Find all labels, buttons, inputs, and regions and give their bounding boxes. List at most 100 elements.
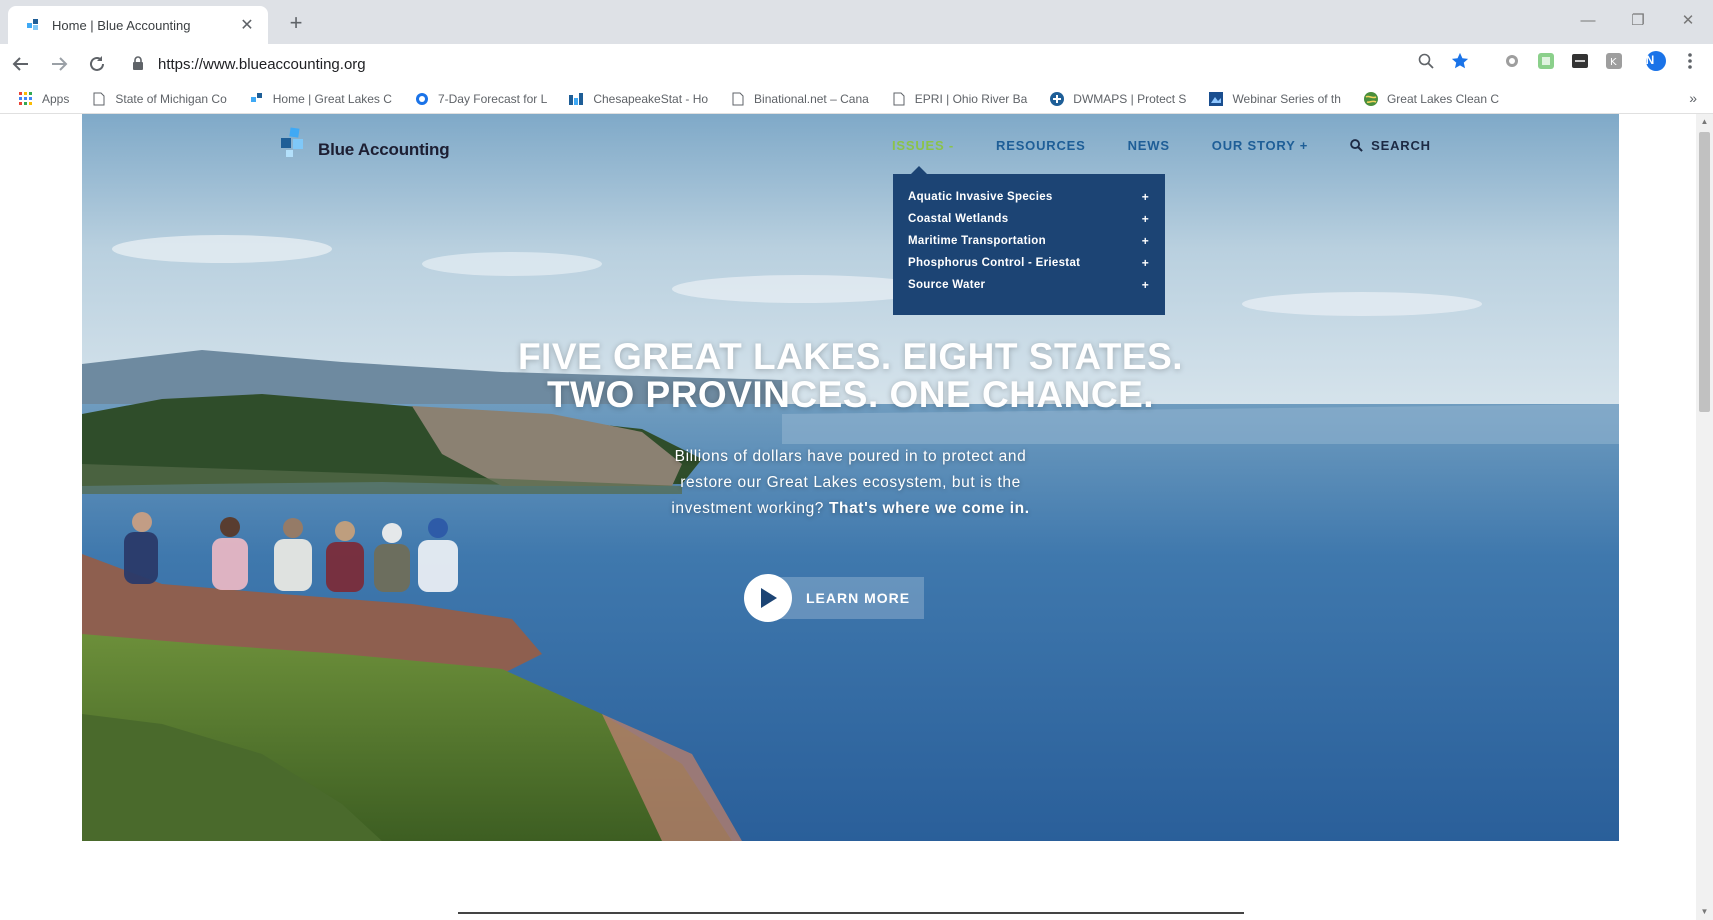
expand-plus-icon[interactable]: + (1142, 278, 1149, 292)
expand-plus-icon[interactable]: + (1142, 234, 1149, 248)
nav-search-label: SEARCH (1371, 138, 1431, 153)
page-scrollbar[interactable]: ▲ ▼ (1696, 114, 1713, 920)
restore-icon[interactable]: ❐ (1613, 0, 1663, 40)
hero-sub-line-3: investment working? That's where we come… (82, 496, 1619, 522)
weather-globe-icon (414, 91, 430, 107)
extension-circle-icon[interactable] (1501, 50, 1523, 72)
menu-item-aquatic-invasive-species[interactable]: Aquatic Invasive Species + (908, 186, 1149, 208)
bookmark-item[interactable]: Great Lakes Clean C (1363, 91, 1499, 107)
minimize-icon[interactable]: — (1563, 0, 1613, 40)
expand-plus-icon[interactable]: + (1142, 256, 1149, 270)
browser-tab-active[interactable]: Home | Blue Accounting ✕ (8, 6, 268, 44)
page-icon (891, 91, 907, 107)
url-text: https://www.blueaccounting.org (158, 55, 366, 73)
page-icon (91, 91, 107, 107)
nav-search[interactable]: SEARCH (1350, 138, 1431, 153)
menu-item-label: Maritime Transportation (908, 235, 1046, 247)
bookmark-item[interactable]: State of Michigan Co (91, 91, 227, 107)
logo-squares-icon (278, 126, 312, 160)
hero-sub-line-2: restore our Great Lakes ecosystem, but i… (680, 474, 1021, 491)
issues-dropdown-menu: Aquatic Invasive Species + Coastal Wetla… (893, 174, 1165, 315)
hero-headline-line-1: FIVE GREAT LAKES. EIGHT STATES. (517, 336, 1184, 377)
bookmark-label: Great Lakes Clean C (1386, 91, 1499, 106)
scroll-down-icon[interactable]: ▼ (1700, 907, 1709, 917)
window-controls: — ❐ ✕ (1563, 0, 1713, 40)
bookmark-item[interactable]: DWMAPS | Protect S (1049, 91, 1186, 107)
bookmark-label: 7-Day Forecast for L (437, 91, 548, 106)
nav-our-story[interactable]: OUR STORY + (1212, 138, 1308, 153)
dwmaps-icon (1049, 91, 1065, 107)
nav-news[interactable]: NEWS (1128, 138, 1170, 153)
bookmark-apps[interactable]: Apps (18, 91, 69, 107)
tab-title: Home | Blue Accounting (52, 17, 191, 33)
learn-more-button[interactable]: LEARN MORE (744, 574, 944, 622)
menu-item-source-water[interactable]: Source Water + (908, 274, 1149, 296)
hero-subtext: Billions of dollars have poured in to pr… (82, 444, 1619, 522)
back-arrow-icon[interactable] (4, 47, 38, 81)
bookmark-label: ChesapeakeStat - Ho (593, 91, 709, 106)
reload-icon[interactable] (80, 47, 114, 81)
play-icon (744, 574, 792, 622)
close-window-icon[interactable]: ✕ (1663, 0, 1713, 40)
site-logo[interactable]: Blue Accounting (278, 126, 450, 160)
hero-headline: FIVE GREAT LAKES. EIGHT STATES. TWO PROV… (82, 338, 1619, 414)
bookmark-label: EPRI | Ohio River Ba (914, 91, 1028, 106)
blue-accounting-favicon-icon (249, 91, 265, 107)
menu-item-maritime-transportation[interactable]: Maritime Transportation + (908, 230, 1149, 252)
bookmark-item[interactable]: ChesapeakeStat - Ho (569, 91, 708, 107)
menu-item-phosphorus-control[interactable]: Phosphorus Control - Eriestat + (908, 252, 1149, 274)
lock-icon (132, 56, 146, 72)
bookmark-item[interactable]: Webinar Series of th (1208, 91, 1341, 107)
scrollbar-thumb[interactable] (1699, 132, 1710, 412)
new-tab-button[interactable]: + (282, 10, 310, 38)
blue-accounting-favicon-icon (24, 16, 42, 34)
expand-plus-icon[interactable]: + (1142, 212, 1149, 226)
bookmark-label: State of Michigan Co (115, 91, 227, 106)
hero-sub-line-3-text: investment working? (671, 500, 825, 517)
bookmark-star-icon[interactable] (1449, 50, 1471, 72)
browser-tabstrip: Home | Blue Accounting ✕ + — ❐ ✕ (0, 0, 1713, 44)
bookmark-label: Home | Great Lakes C (272, 91, 392, 106)
menu-item-label: Source Water (908, 279, 986, 291)
apps-grid-icon (18, 91, 34, 107)
bookmark-item[interactable]: EPRI | Ohio River Ba (891, 91, 1028, 107)
extension-gray-icon[interactable]: K (1603, 50, 1625, 72)
search-icon (1350, 139, 1363, 152)
page-icon (730, 91, 746, 107)
menu-item-coastal-wetlands[interactable]: Coastal Wetlands + (908, 208, 1149, 230)
bookmark-label: Webinar Series of th (1232, 91, 1341, 106)
hero-headline-line-2: TWO PROVINCES. ONE CHANCE. (546, 374, 1155, 415)
toolbar-icons: K N (1409, 50, 1713, 72)
bookmarks-bar: Apps State of Michigan Co Home | Great L… (0, 84, 1713, 114)
profile-initial: N (1645, 53, 1655, 67)
expand-plus-icon[interactable]: + (1142, 190, 1149, 204)
tab-close-icon[interactable]: ✕ (238, 15, 256, 35)
bookmarks-overflow-icon[interactable]: » (1689, 90, 1697, 106)
site-navigation: ISSUES - RESOURCES NEWS OUR STORY + SEAR… (892, 138, 1431, 153)
extension-dark-icon[interactable] (1569, 50, 1591, 72)
bookmark-item[interactable]: 7-Day Forecast for L (414, 91, 547, 107)
menu-item-label: Aquatic Invasive Species (908, 191, 1053, 203)
hero-sub-emphasis: That's where we come in. (828, 500, 1030, 517)
hero-sub-line-1: Billions of dollars have poured in to pr… (674, 448, 1027, 465)
earth-globe-icon (1363, 91, 1379, 107)
bookmark-item[interactable]: Home | Great Lakes C (249, 91, 392, 107)
scroll-up-icon[interactable]: ▲ (1700, 117, 1709, 127)
nav-resources[interactable]: RESOURCES (996, 138, 1086, 153)
menu-item-label: Phosphorus Control - Eriestat (908, 257, 1081, 269)
extension-green-icon[interactable] (1535, 50, 1557, 72)
bookmark-item[interactable]: Binational.net – Cana (730, 91, 869, 107)
page-viewport: Blue Accounting ISSUES - RESOURCES NEWS … (0, 114, 1713, 920)
menu-item-label: Coastal Wetlands (908, 213, 1009, 225)
zoom-icon[interactable] (1415, 50, 1437, 72)
forward-arrow-icon[interactable] (42, 47, 76, 81)
hero-section: Blue Accounting ISSUES - RESOURCES NEWS … (82, 114, 1619, 841)
nav-issues[interactable]: ISSUES - (892, 138, 954, 153)
learn-more-label: LEARN MORE (780, 577, 925, 619)
address-bar[interactable]: https://www.blueaccounting.org (118, 48, 1448, 80)
logo-text: Blue Accounting (318, 140, 450, 159)
bookmark-label: Binational.net – Cana (754, 91, 869, 106)
chrome-menu-icon[interactable] (1679, 50, 1701, 72)
content-divider (458, 912, 1244, 914)
bookmark-label: Apps (42, 91, 70, 106)
